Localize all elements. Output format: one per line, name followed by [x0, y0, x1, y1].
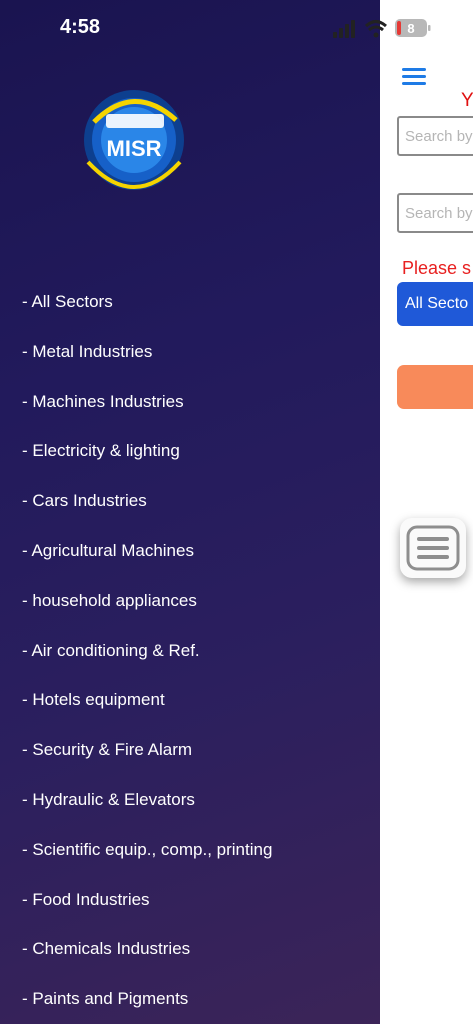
sidebar-item-agricultural-machines[interactable]: - Agricultural Machines — [22, 532, 272, 582]
sidebar-item-air-conditioning[interactable]: - Air conditioning & Ref. — [22, 632, 272, 682]
floating-menu-button[interactable] — [400, 518, 466, 578]
sidebar-item-household-appliances[interactable]: - household appliances — [22, 582, 272, 632]
submit-button[interactable] — [397, 365, 473, 409]
warning-text: Please s — [402, 258, 472, 278]
battery-level: 8 — [407, 21, 414, 36]
status-icons: 8 — [333, 14, 473, 44]
search-input-1[interactable] — [399, 118, 473, 154]
search-input-2[interactable] — [399, 195, 473, 231]
sidebar-item-machines-industries[interactable]: - Machines Industries — [22, 383, 272, 433]
sidebar-item-cars-industries[interactable]: - Cars Industries — [22, 482, 272, 532]
sidebar-item-paints-pigments[interactable]: - Paints and Pigments — [22, 980, 272, 1024]
menu-icon[interactable] — [402, 68, 426, 86]
sector-select-button[interactable]: All Secto — [397, 282, 473, 326]
logo-brand: MISR — [107, 136, 162, 161]
side-drawer: 4:58 MISR - All Sectors - Metal Industri… — [0, 0, 380, 1024]
sidebar-item-electricity-lighting[interactable]: - Electricity & lighting — [22, 432, 272, 482]
notice-text: Y — [461, 90, 473, 111]
main-content: Y Please s All Secto — [380, 0, 473, 1024]
search-field-1[interactable] — [397, 116, 473, 156]
list-icon — [406, 525, 460, 571]
sidebar-item-all-sectors[interactable]: - All Sectors — [22, 283, 272, 333]
sector-menu: - All Sectors - Metal Industries - Machi… — [22, 283, 272, 1024]
sidebar-item-food-industries[interactable]: - Food Industries — [22, 881, 272, 931]
status-time: 4:58 — [60, 16, 101, 38]
sidebar-item-hotels-equipment[interactable]: - Hotels equipment — [22, 681, 272, 731]
sidebar-item-security-fire-alarm[interactable]: - Security & Fire Alarm — [22, 731, 272, 781]
misr-logo: MISR — [68, 62, 200, 202]
sidebar-item-scientific-equip[interactable]: - Scientific equip., comp., printing — [22, 831, 272, 881]
sidebar-item-metal-industries[interactable]: - Metal Industries — [22, 333, 272, 383]
search-field-2[interactable] — [397, 193, 473, 233]
sidebar-item-hydraulic-elevators[interactable]: - Hydraulic & Elevators — [22, 781, 272, 831]
signal-icon — [333, 20, 355, 38]
battery-icon: 8 — [395, 19, 431, 37]
wifi-icon — [364, 20, 388, 38]
sidebar-item-chemicals-industries[interactable]: - Chemicals Industries — [22, 930, 272, 980]
